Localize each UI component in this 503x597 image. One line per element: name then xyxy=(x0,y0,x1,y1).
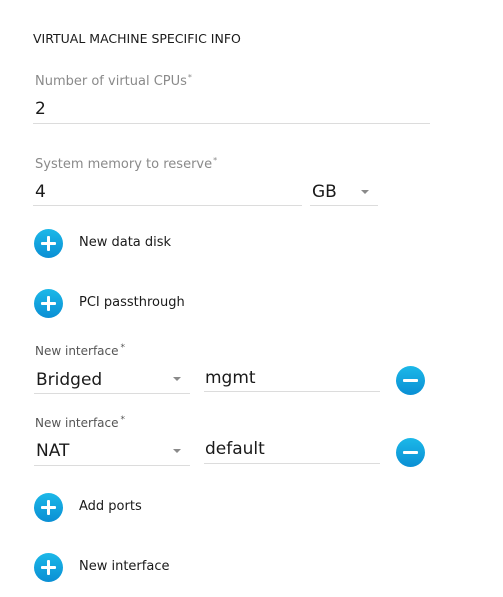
new-interface-button[interactable]: New interface xyxy=(34,553,234,583)
interface-1-network-input[interactable]: mgmt xyxy=(205,368,256,388)
memory-input-underline xyxy=(33,205,302,206)
plus-icon xyxy=(34,289,63,318)
required-marker: * xyxy=(120,343,126,353)
interface-2-type-underline xyxy=(34,465,190,466)
interface-1-type-underline xyxy=(34,393,190,394)
interface-2-type-value: NAT xyxy=(36,441,70,461)
interface-1-type-value: Bridged xyxy=(36,370,103,390)
new-interface-label: New interface xyxy=(79,559,170,574)
remove-interface-2-button[interactable] xyxy=(396,438,425,467)
remove-interface-1-button[interactable] xyxy=(396,366,425,395)
required-marker: * xyxy=(213,156,218,165)
memory-unit-select[interactable]: GB xyxy=(310,178,378,206)
memory-label: System memory to reserve* xyxy=(35,156,218,172)
interface-1-label-text: New interface xyxy=(35,344,119,358)
section-title: VIRTUAL MACHINE SPECIFIC INFO xyxy=(33,31,241,46)
interface-1-network-underline xyxy=(204,391,380,392)
minus-icon xyxy=(403,379,418,382)
pci-passthrough-button[interactable]: PCI passthrough xyxy=(34,289,234,319)
interface-2-network-underline xyxy=(204,463,380,464)
cpus-input-underline xyxy=(33,123,430,124)
add-ports-button[interactable]: Add ports xyxy=(34,493,234,523)
new-data-disk-label: New data disk xyxy=(79,235,172,250)
chevron-down-icon xyxy=(173,449,181,453)
interface-2-label: New interface * xyxy=(35,415,125,430)
plus-icon xyxy=(34,493,63,522)
minus-icon xyxy=(403,451,418,454)
required-marker: * xyxy=(187,73,192,82)
plus-icon xyxy=(34,553,63,582)
interface-2-type-select[interactable]: NAT xyxy=(34,437,190,465)
memory-unit-underline xyxy=(310,205,378,206)
new-data-disk-button[interactable]: New data disk xyxy=(34,229,234,259)
cpus-input[interactable]: 2 xyxy=(35,99,46,119)
memory-input[interactable]: 4 xyxy=(35,182,46,202)
memory-label-text: System memory to reserve xyxy=(35,157,213,172)
plus-icon xyxy=(34,229,63,258)
pci-passthrough-label: PCI passthrough xyxy=(79,295,185,310)
interface-1-type-select[interactable]: Bridged xyxy=(34,365,190,393)
add-ports-label: Add ports xyxy=(79,499,142,514)
interface-2-label-text: New interface xyxy=(35,416,119,430)
memory-unit-value: GB xyxy=(312,182,337,202)
chevron-down-icon xyxy=(361,190,369,194)
required-marker: * xyxy=(120,415,126,425)
cpus-label-text: Number of virtual CPUs xyxy=(35,74,187,89)
interface-2-network-input[interactable]: default xyxy=(205,439,265,459)
cpus-label: Number of virtual CPUs* xyxy=(35,73,192,89)
chevron-down-icon xyxy=(173,377,181,381)
interface-1-label: New interface * xyxy=(35,343,125,358)
